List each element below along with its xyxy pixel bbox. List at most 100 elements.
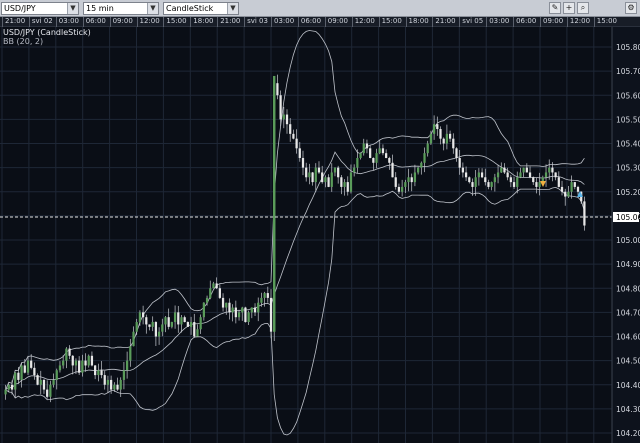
candle-body xyxy=(557,177,560,187)
time-separator xyxy=(297,17,299,27)
candle-body xyxy=(522,167,525,173)
candle-body xyxy=(78,360,81,373)
candle-body xyxy=(42,379,46,390)
pencil-icon: ✎ xyxy=(551,3,559,12)
settings-button[interactable]: ⚙ xyxy=(625,2,637,14)
candle-body xyxy=(129,346,132,361)
time-separator xyxy=(351,17,353,27)
pencil-button[interactable]: ✎ xyxy=(549,2,561,14)
candle-body xyxy=(202,302,205,318)
candle-body xyxy=(221,297,225,308)
symbol-select[interactable]: USD/JPY ▼ xyxy=(1,2,79,15)
candle-body xyxy=(241,307,244,313)
y-tick-label: 105.00 xyxy=(616,236,640,245)
candle-body xyxy=(353,167,356,173)
candle-body xyxy=(225,302,228,308)
price-chart[interactable]: 105.80 105.70 105.60 105.50 105.40 105.30 105.… xyxy=(0,27,640,443)
time-separator xyxy=(459,17,461,27)
candle-body xyxy=(560,186,564,192)
y-tick-label: 104.60 xyxy=(616,333,640,342)
candle-body xyxy=(461,167,465,173)
candle-body xyxy=(164,317,167,325)
settings-icon: ⚙ xyxy=(627,3,635,12)
time-separator xyxy=(136,17,138,27)
candle-body xyxy=(337,167,340,178)
candle-body xyxy=(4,389,7,395)
chart-legend-title: USD/JPY (CandleStick) xyxy=(3,28,91,37)
chart-type-value: CandleStick xyxy=(166,4,214,13)
candle-body xyxy=(113,384,116,390)
chevron-down-icon[interactable]: ▼ xyxy=(147,3,158,14)
candle-body xyxy=(52,379,55,385)
candle-body xyxy=(519,172,522,178)
candle-body xyxy=(349,172,353,192)
candle-body xyxy=(471,182,474,187)
candle-body xyxy=(493,177,496,183)
candle-body xyxy=(324,177,327,183)
time-label: 12:00 xyxy=(354,17,375,25)
candle-body xyxy=(157,331,161,337)
candle-body xyxy=(90,355,94,366)
candle-body xyxy=(317,167,321,173)
candle-body xyxy=(477,172,480,178)
candle-body xyxy=(193,322,196,337)
candle-body xyxy=(455,148,458,158)
candle-body xyxy=(263,293,266,298)
y-tick-label: 105.50 xyxy=(616,115,640,124)
interval-value: 15 min xyxy=(86,4,114,13)
candle-body xyxy=(71,355,74,366)
candle-body xyxy=(298,148,301,158)
candle-body xyxy=(84,360,87,366)
candle-body xyxy=(285,114,289,125)
y-tick-label: 105.20 xyxy=(616,188,640,197)
time-label: 03:00 xyxy=(58,17,79,25)
candle-body xyxy=(369,148,372,158)
candle-body xyxy=(97,370,100,376)
time-separator xyxy=(593,17,595,27)
candle-body xyxy=(49,384,52,397)
chevron-down-icon[interactable]: ▼ xyxy=(67,3,78,14)
candle-body xyxy=(506,172,509,178)
y-tick-label: 105.30 xyxy=(616,164,640,173)
candle-body xyxy=(23,365,26,373)
time-label: 03:00 xyxy=(489,17,510,25)
candle-body xyxy=(205,297,209,303)
candle-body xyxy=(215,283,218,289)
time-label: 18:00 xyxy=(193,17,214,25)
candle-body xyxy=(573,182,576,187)
time-label: 09:00 xyxy=(327,17,348,25)
candle-body xyxy=(292,133,295,139)
candle-body xyxy=(346,182,349,192)
chevron-down-icon[interactable]: ▼ xyxy=(227,3,238,14)
candle-body xyxy=(464,172,468,178)
y-tick-label: 105.70 xyxy=(616,67,640,76)
candle-body xyxy=(161,324,164,332)
candle-body xyxy=(445,133,449,144)
candle-body xyxy=(237,312,241,318)
candle-body xyxy=(87,355,90,366)
y-tick-label: 104.70 xyxy=(616,308,640,317)
zoom-button[interactable]: ⌕ xyxy=(577,2,589,14)
candle-body xyxy=(46,389,49,397)
crosshair-button[interactable]: + xyxy=(563,2,575,14)
candle-body xyxy=(132,331,135,347)
time-label: 06:00 xyxy=(516,17,537,25)
time-label: svi 03 xyxy=(247,17,268,25)
time-label: 12:00 xyxy=(569,17,591,25)
candle-body xyxy=(378,148,381,154)
candle-body xyxy=(381,148,385,154)
candle-body xyxy=(554,172,557,178)
interval-select[interactable]: 15 min ▼ xyxy=(83,2,159,15)
y-tick-label: 105.80 xyxy=(616,43,640,52)
candle-body xyxy=(343,182,346,187)
chart-type-select[interactable]: CandleStick ▼ xyxy=(163,2,239,15)
candle-body xyxy=(125,360,129,371)
candle-body xyxy=(404,182,407,187)
candle-body xyxy=(452,138,455,149)
candle-body xyxy=(103,375,106,385)
candle-body xyxy=(375,153,378,163)
candle-body xyxy=(257,302,260,313)
candle-body xyxy=(532,177,535,183)
candle-body xyxy=(448,133,452,139)
candle-body xyxy=(570,182,573,192)
